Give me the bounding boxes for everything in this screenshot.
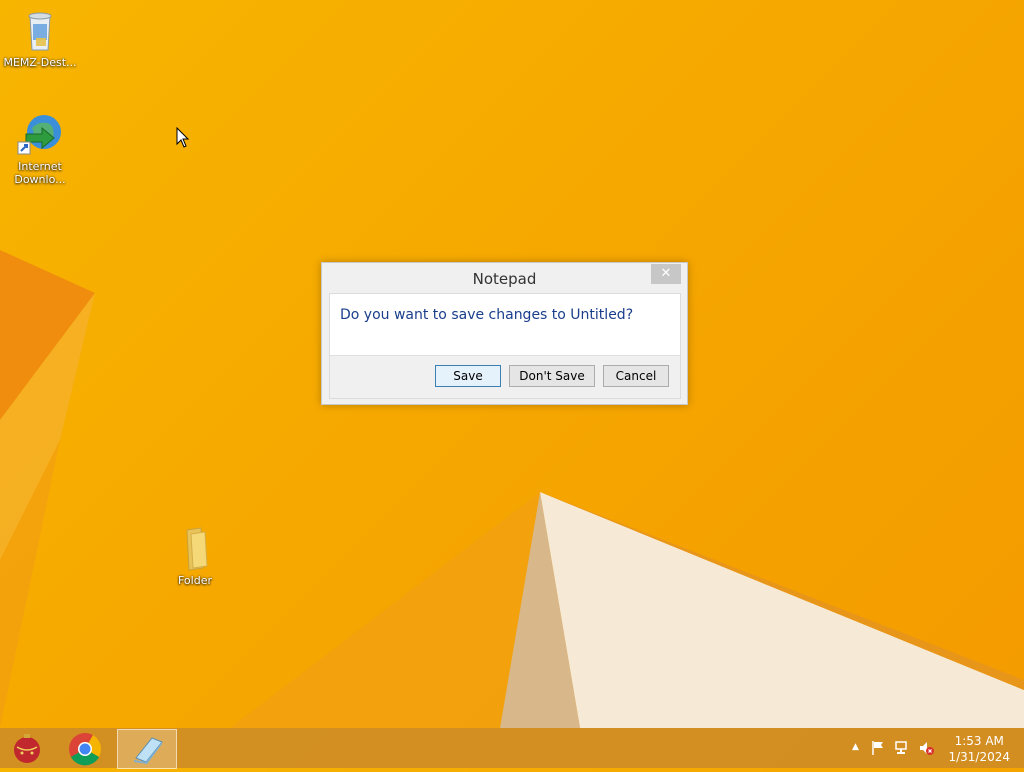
clock-date: 1/31/2024 [948,750,1010,764]
dialog-message: Do you want to save changes to Untitled? [340,307,634,323]
save-changes-dialog: Notepad ✕ Do you want to save changes to… [321,262,688,405]
dialog-title: Notepad [472,270,537,288]
close-button[interactable]: ✕ [651,264,681,284]
cancel-button[interactable]: Cancel [603,365,669,387]
chevron-up-icon: ▲ [852,742,859,752]
action-center-flag-icon[interactable] [870,740,886,759]
notepad-icon [134,737,163,764]
ornament-app-icon [14,734,40,763]
system-tray: ▲ 1:53 AM 1/31/2024 [844,728,1024,768]
close-icon: ✕ [660,266,672,281]
desktop-icon-recycle-bin[interactable]: MEMZ-Dest... [0,6,80,69]
desktop-icon-label: MEMZ-Dest... [3,56,77,69]
save-button[interactable]: Save [435,365,501,387]
internet-download-manager-icon [16,110,64,158]
desktop-icon-internet-download-manager[interactable]: Internet Downlo... [0,110,80,186]
taskbar-app-notepad[interactable] [117,729,177,769]
chrome-icon [69,733,102,766]
desktop-icon-folder[interactable]: Folder [155,524,235,587]
desktop-icon-label: Folder [178,574,212,587]
dialog-titlebar[interactable]: Notepad ✕ [322,263,687,293]
taskbar-app-chrome[interactable] [56,729,114,767]
clock-time: 1:53 AM [954,734,1004,748]
recycle-bin-icon [16,6,64,54]
folder-icon [171,524,219,572]
dialog-button-bar: Save Don't Save Cancel [330,355,680,398]
volume-muted-icon[interactable] [918,740,934,759]
desktop-icon-label: Internet Downlo... [14,160,66,186]
clock[interactable]: 1:53 AM 1/31/2024 [948,733,1010,765]
show-hidden-icons-button[interactable]: ▲ [852,742,859,752]
taskbar-app-ornament[interactable] [0,729,58,767]
dont-save-button[interactable]: Don't Save [509,365,595,387]
mouse-cursor-icon [176,127,190,148]
taskbar: ▲ 1:53 AM 1/31/2024 [0,728,1024,769]
dialog-content: Do you want to save changes to Untitled?… [329,293,681,399]
network-icon[interactable] [894,740,910,759]
